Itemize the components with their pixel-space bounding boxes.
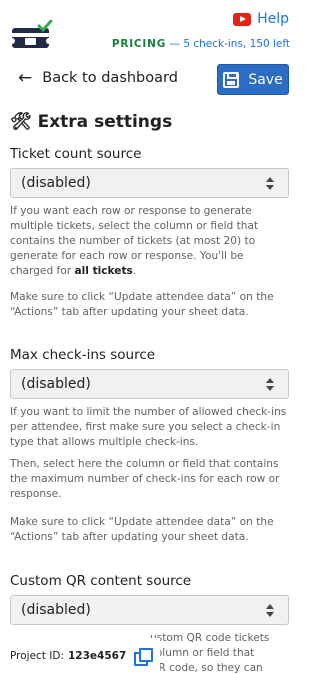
- max-checkins-help: If you want to limit the number of allow…: [10, 406, 287, 448]
- project-id-bar: Project ID: 123e4567: [0, 638, 160, 674]
- chevron-up-down-icon: [266, 177, 274, 190]
- custom-qr-select[interactable]: (disabled): [10, 595, 289, 625]
- help-text: .: [132, 265, 137, 277]
- ticket-count-select[interactable]: (disabled): [10, 168, 289, 198]
- max-checkins-note: Make sure to click “Update attendee data…: [10, 516, 274, 543]
- header: Help PRICING — 5 check-ins, 150 left: [0, 0, 299, 56]
- help-bold: all tickets: [74, 265, 133, 277]
- chevron-up-down-icon: [266, 604, 274, 617]
- pricing-info[interactable]: PRICING — 5 check-ins, 150 left: [112, 38, 290, 50]
- chevron-up-down-icon: [266, 378, 274, 391]
- pricing-detail: — 5 check-ins, 150 left: [169, 38, 291, 50]
- max-checkins-select[interactable]: (disabled): [10, 369, 289, 399]
- floppy-disk-icon: [223, 71, 240, 88]
- back-label: Back to dashboard: [42, 70, 178, 86]
- custom-qr-label: Custom QR content source: [10, 573, 192, 589]
- project-id-label: Project ID:: [10, 650, 64, 662]
- settings-panel[interactable]: 🛠 Extra settings Ticket count source (di…: [0, 101, 299, 674]
- save-label: Save: [248, 71, 283, 88]
- ticket-count-label: Ticket count source: [10, 146, 142, 162]
- arrow-left-icon: ←: [18, 68, 33, 88]
- toolbar: ← Back to dashboard Save: [0, 60, 299, 100]
- project-id-value: 123e4567: [67, 650, 127, 662]
- ticket-count-value: (disabled): [21, 175, 91, 191]
- copy-icon[interactable]: [134, 648, 154, 666]
- ticket-count-note: Make sure to click “Update attendee data…: [10, 291, 274, 318]
- max-checkins-value: (disabled): [21, 376, 91, 392]
- save-button[interactable]: Save: [217, 64, 289, 95]
- youtube-icon: [233, 12, 252, 26]
- section-title-text: Extra settings: [37, 112, 173, 132]
- max-checkins-help-2: Then, select here the column or field th…: [10, 458, 280, 500]
- back-to-dashboard-button[interactable]: ← Back to dashboard: [18, 68, 178, 88]
- ticket-count-help: If you want each row or response to gene…: [10, 204, 289, 279]
- section-title: 🛠 Extra settings: [10, 112, 172, 132]
- help-label: Help: [257, 11, 289, 27]
- custom-qr-value: (disabled): [21, 602, 91, 618]
- max-checkins-label: Max check-ins source: [10, 347, 156, 363]
- pricing-label: PRICING: [111, 38, 167, 50]
- help-link[interactable]: Help: [233, 11, 289, 27]
- tools-icon: 🛠: [10, 112, 32, 132]
- ticket-check-logo-icon: [11, 20, 53, 48]
